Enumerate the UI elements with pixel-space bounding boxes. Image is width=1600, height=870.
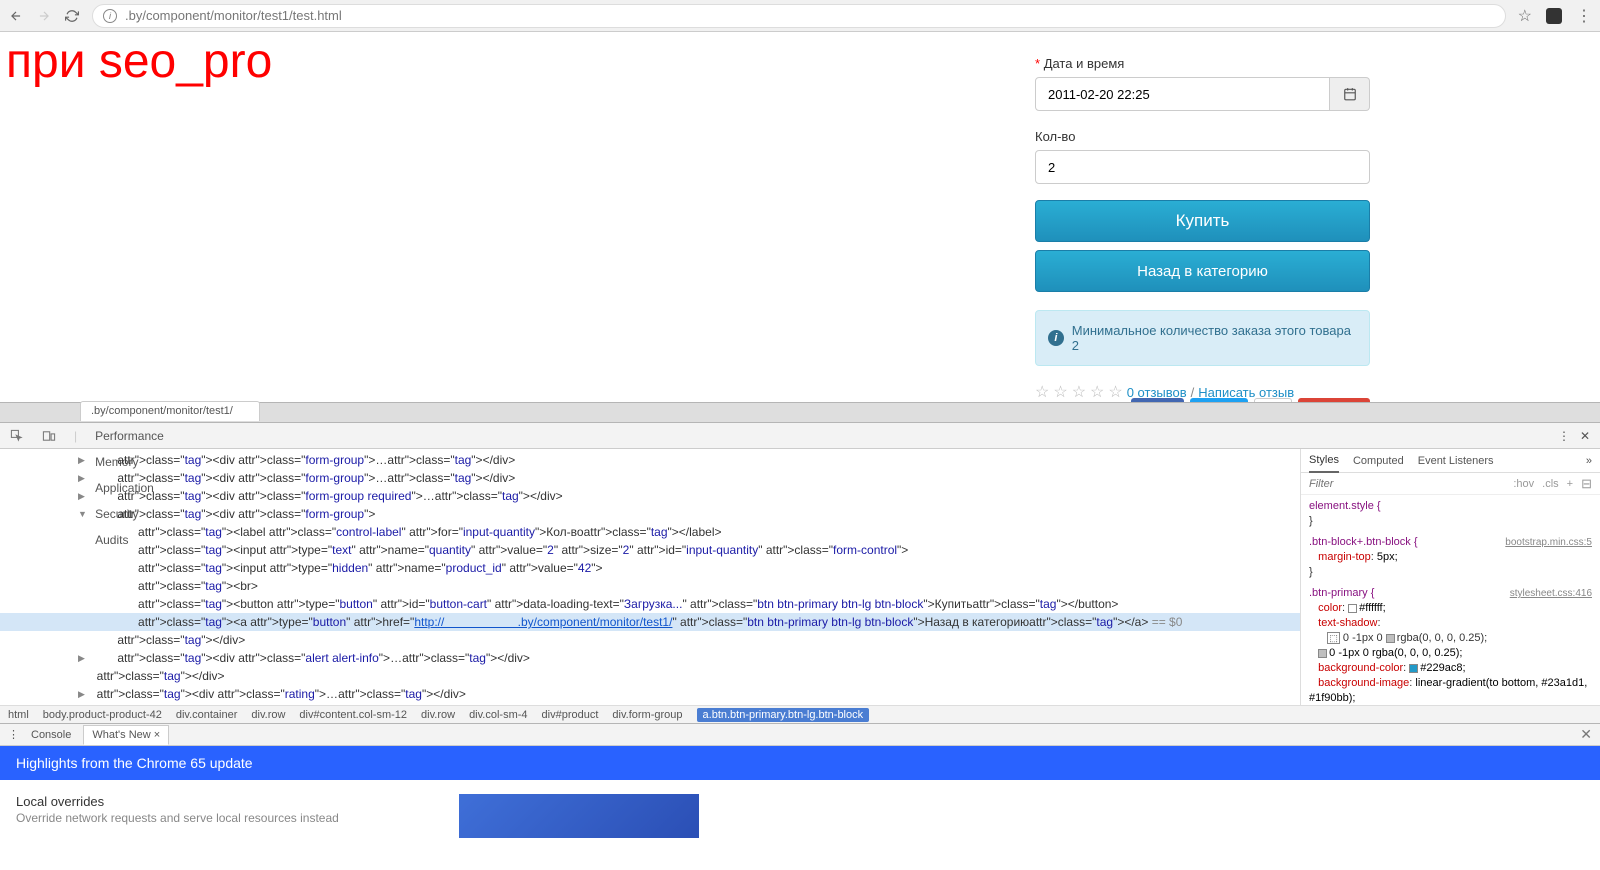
social-buttons: 👍 Like 0 Твитнуть Pin it Поделиться [1131,398,1370,402]
dom-node[interactable]: attr">class="tag"><br> [0,577,1300,595]
drawer-close-icon[interactable]: ✕ [1580,726,1592,743]
devtools-menu-icon[interactable]: ⋮ [1558,429,1570,443]
dom-node[interactable]: attr">class="tag"><a attr">type="button"… [0,613,1300,631]
dom-node[interactable]: attr">class="tag"><button attr">type="bu… [0,595,1300,613]
styles-filter-input[interactable] [1309,478,1505,490]
dom-node[interactable]: ▶ attr">class="tag"><div attr">class="fo… [0,487,1300,505]
dom-node[interactable]: ▶ attr">class="tag"><div attr">class="ra… [0,685,1300,703]
star-icon: ☆ [1072,382,1086,402]
dom-node[interactable]: ▼ attr">class="tag"><div attr">class="fo… [0,505,1300,523]
more-tabs-icon[interactable]: » [1586,455,1592,467]
computed-tab[interactable]: Computed [1353,455,1404,467]
dom-node[interactable]: attr">class="tag"><label attr">class="co… [0,523,1300,541]
star-icon: ☆ [1108,382,1122,402]
pin-icon[interactable]: ⊟ [1581,476,1592,492]
dom-node[interactable]: attr">class="tag"></div> [0,631,1300,649]
page-content: при seo_pro * Дата и время Кол-во Купить… [0,32,1600,402]
whats-new-tab[interactable]: What's New × [83,725,169,745]
hov-toggle[interactable]: :hov [1513,478,1534,490]
devtools-tabs: | ElementsConsoleSourcesNetworkPerforman… [0,423,1600,449]
inspect-icon[interactable] [10,429,24,443]
breadcrumb-item[interactable]: html [8,709,29,721]
gplus-share[interactable]: Поделиться [1298,398,1370,402]
local-overrides-title: Local overrides [16,794,339,809]
device-toggle-icon[interactable] [42,429,56,443]
cls-toggle[interactable]: .cls [1542,478,1559,490]
devtools: .by/component/monitor/test1/ | ElementsC… [0,402,1600,842]
calendar-button[interactable] [1330,77,1370,111]
date-label: * Дата и время [1035,56,1370,71]
qty-input[interactable] [1035,150,1370,184]
dom-node[interactable]: attr">class="tag"><input attr">type="tex… [0,541,1300,559]
event-listeners-tab[interactable]: Event Listeners [1418,455,1494,467]
browser-toolbar: i .by/component/monitor/test1/test.html … [0,0,1600,32]
styles-tabs: Styles Computed Event Listeners » [1301,449,1600,473]
star-icon: ☆ [1035,382,1049,402]
min-qty-alert: i Минимальное количество заказа этого то… [1035,310,1370,366]
facebook-like[interactable]: 👍 Like 0 [1131,398,1184,402]
breadcrumb-item[interactable]: a.btn.btn-primary.btn-lg.btn-block [697,708,870,722]
breadcrumb-item[interactable]: div.container [176,709,238,721]
devtools-drawer: ⋮ Console What's New × ✕ Highlights from… [0,723,1600,842]
buy-button[interactable]: Купить [1035,200,1370,242]
add-rule-icon[interactable]: + [1567,478,1573,490]
dom-node[interactable]: attr">class="tag"></div> [0,667,1300,685]
dom-node[interactable]: ▶ attr">class="tag"><div attr">class="fo… [0,469,1300,487]
extension-icon[interactable] [1546,8,1562,24]
devtools-tab-performance[interactable]: Performance [95,423,164,449]
breadcrumb-item[interactable]: div#product [542,709,599,721]
drawer-menu-icon[interactable]: ⋮ [8,728,19,741]
back-to-category-button[interactable]: Назад в категорию [1035,250,1370,292]
breadcrumb-item[interactable]: div.row [421,709,455,721]
url-text: .by/component/monitor/test1/test.html [125,8,342,23]
back-button[interactable] [8,8,24,24]
elements-panel[interactable]: ▶ attr">class="tag"><div attr">class="fo… [0,449,1300,705]
twitter-share[interactable]: Твитнуть [1190,398,1248,402]
site-info-icon[interactable]: i [103,9,117,23]
breadcrumb-item[interactable]: div.row [251,709,285,721]
breadcrumb-item[interactable]: body.product-product-42 [43,709,162,721]
address-bar[interactable]: i .by/component/monitor/test1/test.html [92,4,1506,28]
breadcrumb-item[interactable]: div.form-group [612,709,682,721]
breadcrumb-item[interactable]: div#content.col-sm-12 [299,709,407,721]
date-input[interactable] [1035,77,1330,111]
dom-node[interactable]: attr">class="tag"><input attr">type="hid… [0,559,1300,577]
qty-label: Кол-во [1035,129,1370,144]
console-tab[interactable]: Console [31,729,71,741]
dom-node[interactable]: ▶ attr">class="tag"><div attr">class="al… [0,649,1300,667]
bookmark-star-icon[interactable]: ☆ [1518,6,1532,26]
menu-icon[interactable]: ⋮ [1576,6,1592,26]
star-icon: ☆ [1053,382,1067,402]
devtools-close-icon[interactable]: ✕ [1580,429,1590,443]
product-form: * Дата и время Кол-во Купить Назад в кат… [1035,56,1370,402]
forward-button[interactable] [36,8,52,24]
dom-breadcrumbs[interactable]: html body.product-product-42 div.container… [0,705,1600,723]
feature-thumbnail [459,794,699,838]
reload-button[interactable] [64,8,80,24]
breadcrumb-item[interactable]: div.col-sm-4 [469,709,527,721]
styles-rules[interactable]: element.style {}bootstrap.min.css:5.btn-… [1301,495,1600,705]
info-icon: i [1048,330,1064,346]
star-icon: ☆ [1090,382,1104,402]
dom-node[interactable]: ::after [0,703,1300,705]
pinterest-share[interactable]: Pin it [1254,398,1292,402]
whats-new-banner: Highlights from the Chrome 65 update [0,746,1600,780]
dom-node[interactable]: ▶ attr">class="tag"><div attr">class="fo… [0,451,1300,469]
styles-tab[interactable]: Styles [1309,449,1339,473]
styles-panel: Styles Computed Event Listeners » :hov .… [1300,449,1600,705]
devtools-page-tab[interactable]: .by/component/monitor/test1/ [80,401,260,421]
local-overrides-desc: Override network requests and serve loca… [16,811,339,825]
